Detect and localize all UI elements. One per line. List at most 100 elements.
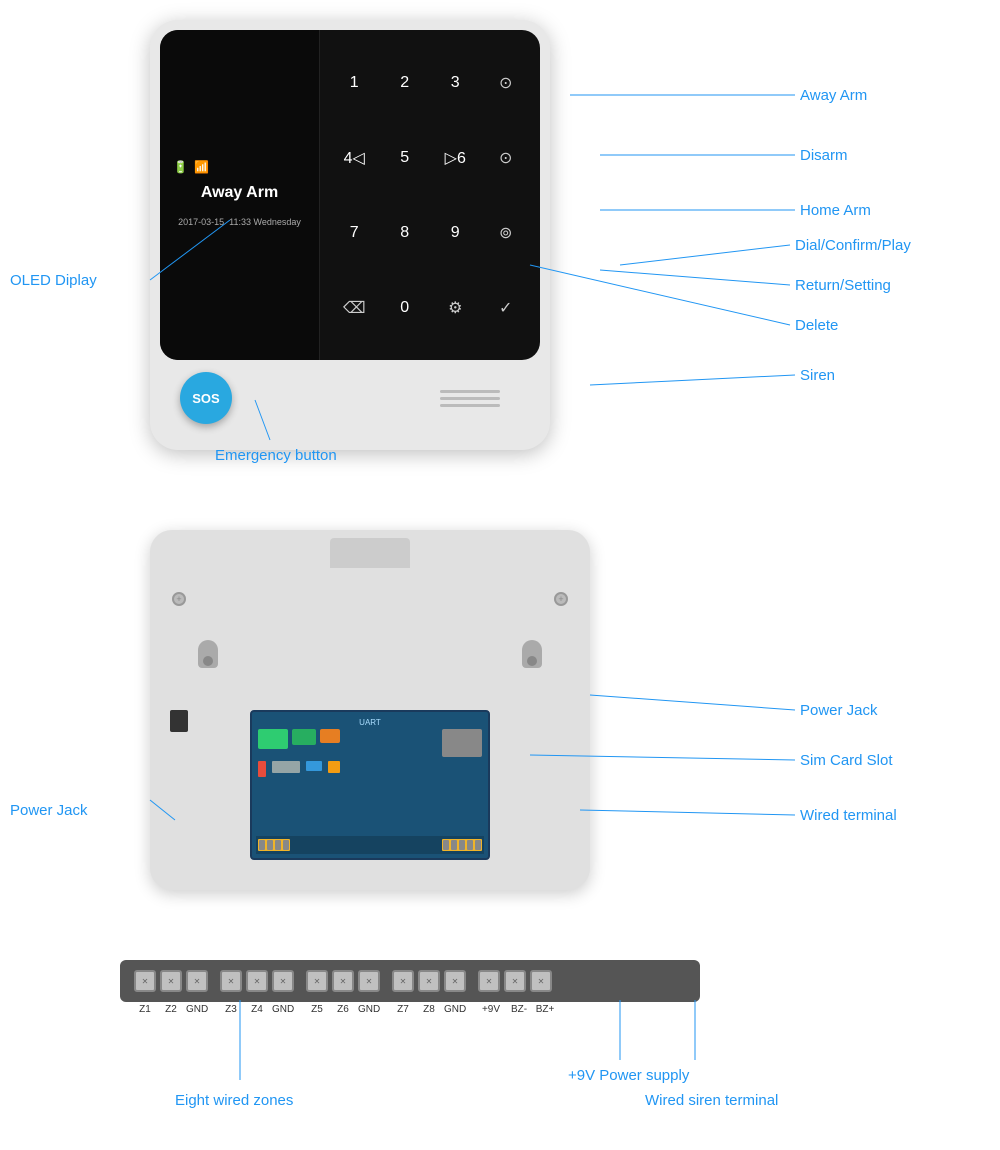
terminal-z2: ✕	[160, 970, 182, 992]
label-bz-plus: BZ+	[534, 1004, 556, 1015]
power-supply-label: +9V Power supply	[568, 1067, 690, 1084]
key-5[interactable]: 5	[389, 142, 421, 174]
pcb-connector-row	[256, 836, 484, 854]
grille-line-3	[440, 404, 500, 407]
sos-button[interactable]: SOS	[180, 372, 232, 424]
pcb-pin-9	[475, 840, 481, 850]
key-4[interactable]: 4◁	[338, 142, 370, 174]
device-front: 🔋 📶 Away Arm 2017-03-15 11:33 Wednesday …	[150, 20, 550, 450]
wired-siren-label: Wired siren terminal	[645, 1092, 778, 1109]
terminal-gnd1: ✕	[186, 970, 208, 992]
wired-terminal-label: Wired terminal	[800, 807, 897, 824]
oled-status-bar: 🔋 📶	[168, 160, 209, 174]
grille-line-2	[440, 397, 500, 400]
label-z7: Z7	[392, 1004, 414, 1015]
key-confirm[interactable]: ✓	[490, 292, 522, 324]
grille-line-1	[440, 390, 500, 393]
return-setting-label: Return/Setting	[795, 277, 891, 294]
oled-display: 🔋 📶 Away Arm 2017-03-15 11:33 Wednesday	[160, 30, 320, 360]
terminal-screw-z3: ✕	[220, 970, 242, 992]
pcb-pin-4	[283, 840, 289, 850]
battery-icon: 🔋	[173, 160, 188, 174]
key-away-arm[interactable]: ⊙	[490, 67, 522, 99]
key-9[interactable]: 9	[439, 217, 471, 249]
label-z1: Z1	[134, 1004, 156, 1015]
terminal-screw-z1: ✕	[134, 970, 156, 992]
screw-top-right	[554, 592, 568, 606]
pcb-chip-3	[320, 729, 340, 743]
pcb-chip-1	[258, 729, 288, 749]
oled-away-arm-label: Away Arm	[201, 184, 278, 202]
key-1[interactable]: 1	[338, 67, 370, 99]
label-z2: Z2	[160, 1004, 182, 1015]
keypad-area: 1 2 3 ⊙ 4◁ 5 ▷6 ⊙ 7 8 9 ⊚ ⌫ 0 ⚙ ✓	[320, 30, 540, 360]
pcb-cap-2	[328, 761, 340, 773]
pcb-pin-8	[467, 840, 473, 850]
terminal-screw-z7: ✕	[392, 970, 414, 992]
pcb-pin-2	[267, 840, 273, 850]
home-arm-label: Home Arm	[800, 202, 871, 219]
terminal-z3: ✕	[220, 970, 242, 992]
label-bz-minus: BZ-	[508, 1004, 530, 1015]
key-3[interactable]: 3	[439, 67, 471, 99]
key-8[interactable]: 8	[389, 217, 421, 249]
pcb-small-components	[258, 761, 482, 777]
power-jack-left-label: Power Jack	[10, 802, 88, 819]
eight-wired-zones-label: Eight wired zones	[175, 1092, 293, 1109]
pcb-cap-1	[258, 761, 266, 777]
key-0[interactable]: 0	[389, 292, 421, 324]
away-arm-label: Away Arm	[800, 87, 867, 104]
terminal-screw-gnd1: ✕	[186, 970, 208, 992]
terminal-z4: ✕	[246, 970, 268, 992]
terminal-z5: ✕	[306, 970, 328, 992]
label-z8: Z8	[418, 1004, 440, 1015]
label-gnd4: GND	[444, 1004, 466, 1015]
key-2[interactable]: 2	[389, 67, 421, 99]
sim-card-slot-label: Sim Card Slot	[800, 752, 893, 769]
power-jack-plug-area	[168, 708, 190, 734]
pcb-terminal-left	[258, 839, 290, 851]
terminal-gnd2: ✕	[272, 970, 294, 992]
terminal-gnd4: ✕	[444, 970, 466, 992]
screw-row-right	[550, 588, 572, 610]
terminal-screw-gnd2: ✕	[272, 970, 294, 992]
pcb-ic-1	[272, 761, 300, 773]
label-gnd3: GND	[358, 1004, 380, 1015]
label-9v: +9V	[478, 1004, 504, 1015]
label-gnd2: GND	[272, 1004, 294, 1015]
back-panel-section: UART	[0, 520, 1000, 940]
pcb-pin-5	[443, 840, 449, 850]
terminal-section: ✕ ✕ ✕ ✕ ✕ ✕ ✕ ✕	[0, 950, 1000, 1150]
keyhole-left	[198, 620, 218, 688]
terminal-z1: ✕	[134, 970, 156, 992]
terminal-screw-z6: ✕	[332, 970, 354, 992]
oled-datetime: 2017-03-15 11:33 Wednesday	[178, 216, 301, 230]
terminal-strip-container: ✕ ✕ ✕ ✕ ✕ ✕ ✕ ✕	[120, 960, 700, 1017]
pcb-pin-6	[451, 840, 457, 850]
key-7[interactable]: 7	[338, 217, 370, 249]
mounting-tab-area	[168, 548, 572, 568]
key-delete[interactable]: ⌫	[338, 292, 370, 324]
terminal-label-row: Z1 Z2 GND Z3 Z4 GND Z5 Z6 GND Z7 Z8 GND …	[120, 1002, 700, 1017]
screw-top-left	[172, 592, 186, 606]
terminal-screw-gnd4: ✕	[444, 970, 466, 992]
pcb-sim-slot	[442, 729, 482, 757]
key-setting[interactable]: ⚙	[439, 292, 471, 324]
mounting-tab	[330, 538, 410, 568]
key-home-arm[interactable]: ⊚	[490, 217, 522, 249]
front-panel-section: 🔋 📶 Away Arm 2017-03-15 11:33 Wednesday …	[0, 0, 1000, 500]
key-6[interactable]: ▷6	[439, 142, 471, 174]
power-jack-right-label: Power Jack	[800, 702, 878, 719]
label-gnd1: GND	[186, 1004, 208, 1015]
terminal-9v: ✕	[478, 970, 500, 992]
keyhole-slot-right	[522, 640, 542, 668]
pcb-terminal-right	[442, 839, 482, 851]
terminal-screw-z4: ✕	[246, 970, 268, 992]
terminal-screw-z8: ✕	[418, 970, 440, 992]
terminal-screw-bz-plus: ✕	[530, 970, 552, 992]
oled-display-label: OLED Diplay	[10, 272, 97, 289]
label-z5: Z5	[306, 1004, 328, 1015]
terminal-screw-gnd3: ✕	[358, 970, 380, 992]
key-disarm[interactable]: ⊙	[490, 142, 522, 174]
pcb-pin-3	[275, 840, 281, 850]
